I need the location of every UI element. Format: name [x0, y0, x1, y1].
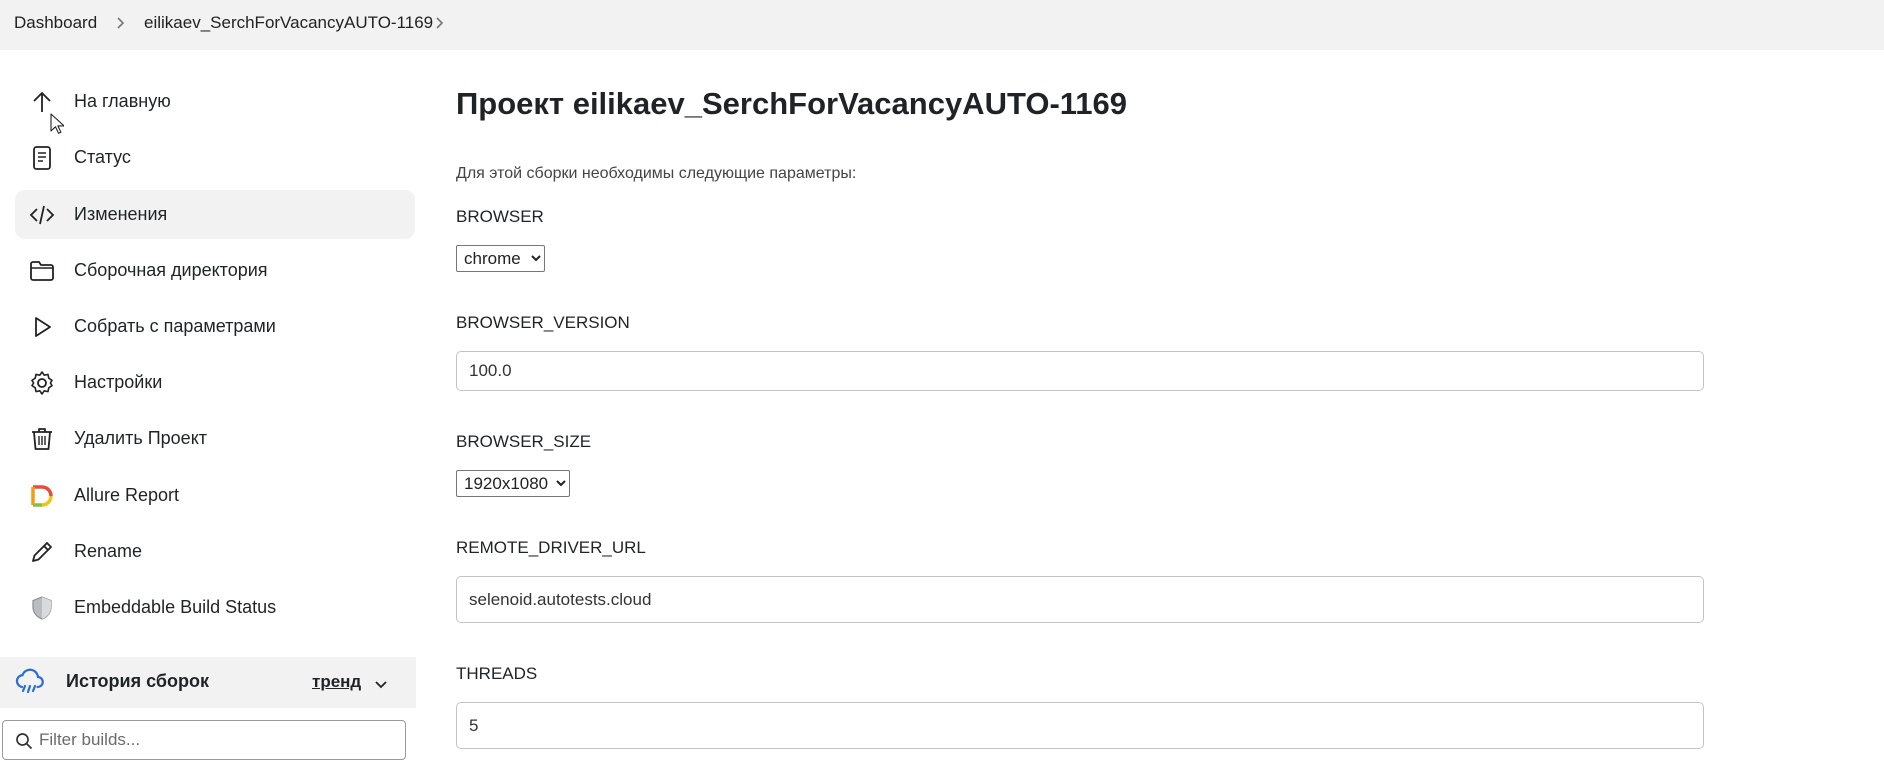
sidebar-item-label: Удалить Проект: [74, 428, 208, 448]
search-icon: [16, 733, 33, 750]
sidebar-item-changes[interactable]: Изменения: [15, 190, 415, 239]
page-title: Проект eilikaev_SerchForVacancyAUTO-1169: [456, 86, 1128, 121]
param-label-threads: THREADS: [456, 664, 538, 683]
sidebar-item-label: Собрать с параметрами: [74, 316, 276, 336]
sidebar-item-home[interactable]: На главную: [15, 77, 415, 126]
sidebar-item-status[interactable]: Статус: [15, 133, 415, 182]
parameters-intro: Для этой сборки необходимы следующие пар…: [456, 165, 857, 182]
folder-icon: [30, 261, 54, 281]
sidebar-item-label: Статус: [74, 147, 131, 167]
sidebar-item-rename[interactable]: Rename: [15, 527, 415, 576]
shield-icon: [32, 596, 52, 620]
sidebar-item-label: На главную: [74, 91, 171, 111]
param-label-browser-version: BROWSER_VERSION: [456, 313, 630, 332]
sidebar-item-settings[interactable]: Настройки: [15, 358, 415, 407]
code-icon: [29, 205, 55, 225]
sidebar-item-label: Сборочная директория: [74, 260, 268, 280]
param-label-browser: BROWSER: [456, 207, 544, 226]
sidebar-item-delete-project[interactable]: Удалить Проект: [15, 414, 415, 463]
gear-icon: [31, 371, 53, 395]
filter-builds-input[interactable]: [39, 727, 399, 753]
allure-logo-icon: [31, 485, 53, 507]
sidebar-item-workspace[interactable]: Сборочная директория: [15, 246, 415, 295]
build-history-header: История сборок тренд: [0, 657, 416, 708]
breadcrumb-project[interactable]: eilikaev_SerchForVacancyAUTO-1169: [144, 13, 433, 33]
pencil-icon: [32, 542, 52, 562]
remote-driver-url-input[interactable]: [456, 576, 1704, 623]
chevron-right-icon: [117, 17, 125, 29]
sidebar-item-label: Изменения: [74, 204, 168, 224]
trend-link[interactable]: тренд: [312, 672, 361, 692]
param-label-browser-size: BROWSER_SIZE: [456, 432, 592, 451]
sidebar-item-label: Настройки: [74, 372, 163, 392]
breadcrumb-dashboard[interactable]: Dashboard: [14, 13, 97, 33]
breadcrumb-bar: Dashboard eilikaev_SerchForVacancyAUTO-1…: [0, 0, 1884, 50]
param-label-remote-driver-url: REMOTE_DRIVER_URL: [456, 538, 646, 557]
browser-version-input[interactable]: [456, 351, 1704, 391]
chevron-down-icon[interactable]: [373, 676, 389, 692]
cloud-rain-icon: [15, 668, 44, 694]
sidebar-item-build-with-parameters[interactable]: Собрать с параметрами: [15, 302, 415, 351]
trash-icon: [32, 428, 52, 450]
sidebar-item-embeddable-build-status[interactable]: Embeddable Build Status: [15, 583, 415, 632]
sidebar-item-allure-report[interactable]: Allure Report: [15, 471, 415, 520]
document-icon: [33, 146, 51, 170]
build-history-title: История сборок: [66, 671, 209, 691]
browser-select[interactable]: chrome: [456, 245, 545, 272]
mouse-cursor-icon: [50, 113, 64, 134]
filter-builds-field: [2, 720, 406, 760]
chevron-right-icon[interactable]: [431, 15, 447, 31]
arrow-up-icon: [33, 91, 51, 112]
sidebar-item-label: Allure Report: [74, 485, 180, 505]
sidebar-item-label: Embeddable Build Status: [74, 597, 277, 617]
threads-input[interactable]: [456, 702, 1704, 749]
sidebar-item-label: Rename: [74, 541, 143, 561]
browser-size-select[interactable]: 1920x1080: [456, 470, 570, 497]
play-icon: [35, 317, 51, 337]
